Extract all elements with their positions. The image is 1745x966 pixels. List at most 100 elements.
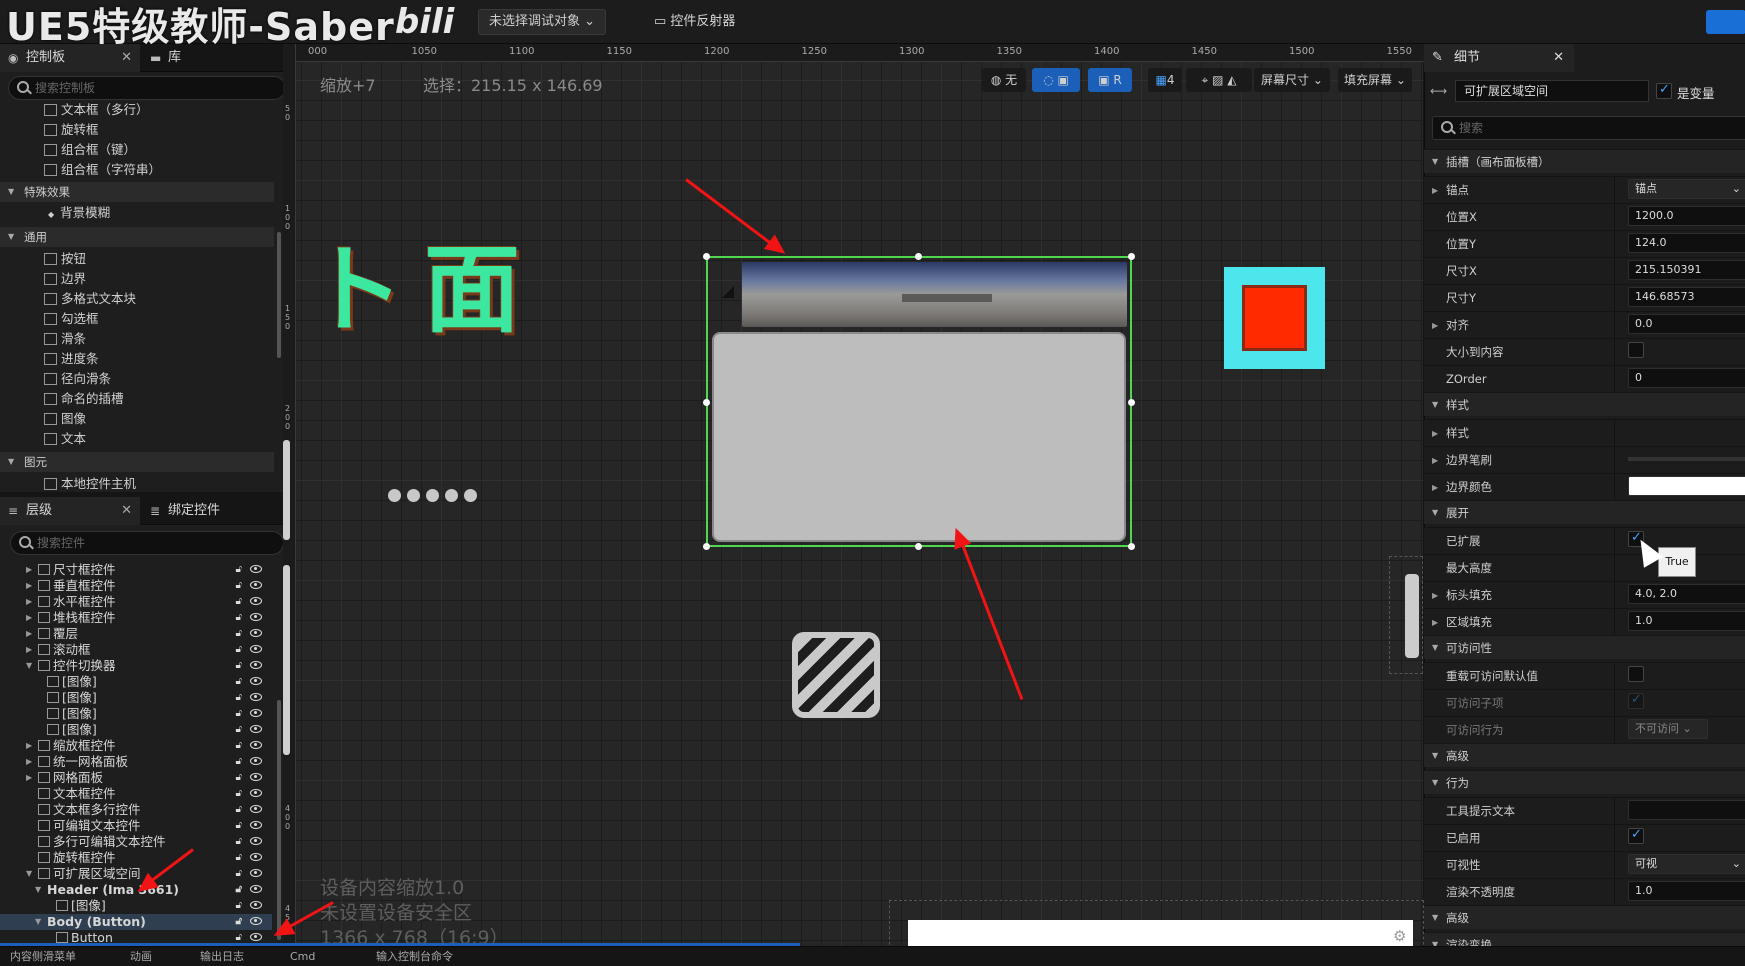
- expand-arrow-icon[interactable]: ▶: [26, 578, 32, 594]
- hierarchy-row[interactable]: [图像] 🔓︎: [0, 674, 272, 690]
- expand-arrow-icon[interactable]: ▶: [26, 754, 32, 770]
- hierarchy-row[interactable]: ▶ 覆层 🔓︎: [0, 626, 272, 642]
- hierarchy-row[interactable]: ▶ 堆栈框控件 🔓︎: [0, 610, 272, 626]
- palette-item[interactable]: ◆ 背景模糊: [48, 204, 110, 222]
- resize-handle[interactable]: [703, 543, 710, 550]
- resize-handle[interactable]: [915, 543, 922, 550]
- expand-arrow-icon[interactable]: ▶: [26, 610, 32, 626]
- resize-handle[interactable]: [1128, 253, 1135, 260]
- lock-icon[interactable]: 🔓︎: [236, 866, 242, 882]
- lock-toggle[interactable]: ◌ ▣: [1032, 68, 1080, 92]
- resize-handle[interactable]: [703, 399, 710, 406]
- property-value-field[interactable]: 0: [1628, 368, 1745, 388]
- eye-icon[interactable]: [250, 821, 262, 829]
- tab-details[interactable]: ✎ 细节 ✕: [1424, 44, 1574, 72]
- expand-arrow-icon[interactable]: [722, 286, 734, 298]
- eye-icon[interactable]: [250, 773, 262, 781]
- palette-item[interactable]: 按钮: [44, 250, 86, 268]
- property-row[interactable]: 重载可访问默认值: [1424, 662, 1745, 689]
- hierarchy-row[interactable]: ▼ Body (Button) 🔓︎: [0, 914, 272, 930]
- canvas-title-text[interactable]: ト面: [308, 212, 540, 351]
- eye-icon[interactable]: [250, 933, 262, 941]
- property-checkbox[interactable]: [1628, 666, 1644, 682]
- palette-item[interactable]: 多格式文本块: [44, 290, 136, 308]
- details-category[interactable]: 行为: [1424, 770, 1745, 795]
- lock-icon[interactable]: 🔓︎: [236, 722, 242, 738]
- expand-arrow-icon[interactable]: ▼: [26, 866, 32, 882]
- palette-item[interactable]: 滑条: [44, 330, 86, 348]
- play-blue-button[interactable]: [1706, 10, 1745, 34]
- palette-item[interactable]: 组合框（字符串）: [44, 161, 161, 179]
- palette-category-special[interactable]: 特殊效果: [0, 182, 274, 202]
- lock-icon[interactable]: 🔓︎: [236, 802, 242, 818]
- palette-scrollbar[interactable]: [277, 232, 281, 358]
- tab-bind-widgets[interactable]: ≣ 绑定控件: [142, 497, 262, 525]
- palette-item[interactable]: 进度条: [44, 350, 99, 368]
- eye-icon[interactable]: [250, 645, 262, 653]
- lock-icon[interactable]: 🔓︎: [236, 578, 242, 594]
- eye-icon[interactable]: [250, 837, 262, 845]
- bottom-bar-item[interactable]: 输出日志: [200, 947, 244, 966]
- color-swatch[interactable]: [1628, 476, 1745, 496]
- property-row[interactable]: 可访问子项: [1424, 689, 1745, 716]
- eye-icon[interactable]: [250, 629, 262, 637]
- lock-icon[interactable]: 🔓︎: [236, 882, 242, 898]
- left-edge-widget[interactable]: [283, 440, 290, 540]
- hierarchy-row[interactable]: ▶ 网格面板 🔓︎: [0, 770, 272, 786]
- tooltip-text-field[interactable]: [1628, 800, 1745, 820]
- tab-palette[interactable]: ◉ 控制板 ✕: [0, 44, 140, 72]
- palette-category-common[interactable]: 通用: [0, 227, 274, 247]
- palette-item[interactable]: 组合框（键）: [44, 141, 136, 159]
- hierarchy-row[interactable]: ▶ 尺寸框控件 🔓︎: [0, 562, 272, 578]
- lock-icon[interactable]: 🔓︎: [236, 626, 242, 642]
- lock-icon[interactable]: 🔓︎: [236, 786, 242, 802]
- hierarchy-search-input[interactable]: 搜索控件: [10, 531, 284, 555]
- palette-item[interactable]: 本地控件主机: [44, 475, 136, 493]
- gear-icon[interactable]: ⚙: [1393, 927, 1406, 945]
- property-value-field[interactable]: 146.68573: [1628, 287, 1745, 307]
- grid-snap-toggle[interactable]: ▦4: [1148, 68, 1182, 92]
- fill-screen-dropdown[interactable]: 填充屏幕 ⌄: [1338, 68, 1412, 92]
- tab-hierarchy[interactable]: ≡ 层级 ✕: [0, 497, 140, 525]
- hierarchy-row[interactable]: ▼ 控件切换器 🔓︎: [0, 658, 272, 674]
- bottom-white-widget[interactable]: [908, 920, 1413, 948]
- details-category[interactable]: 高级: [1424, 743, 1745, 768]
- resize-handle[interactable]: [1128, 543, 1135, 550]
- resize-handle[interactable]: [703, 253, 710, 260]
- expand-arrow-icon[interactable]: ▼: [26, 658, 32, 674]
- eye-icon[interactable]: [250, 805, 262, 813]
- debug-object-dropdown[interactable]: 未选择调试对象 ⌄: [478, 9, 607, 35]
- eye-icon[interactable]: [250, 901, 262, 909]
- lock-icon[interactable]: 🔓︎: [236, 706, 242, 722]
- palette-category-primitive[interactable]: 图元: [0, 452, 274, 472]
- expand-arrow-icon[interactable]: ▶: [26, 738, 32, 754]
- property-value-field[interactable]: 1200.0: [1628, 206, 1745, 226]
- resize-handle[interactable]: [915, 253, 922, 260]
- preview-icons[interactable]: ⌖ ▨ ◭: [1186, 68, 1252, 92]
- hierarchy-row[interactable]: 文本框多行控件 🔓︎: [0, 802, 272, 818]
- brush-preview[interactable]: [1628, 457, 1745, 461]
- eye-icon[interactable]: [250, 693, 262, 701]
- eye-icon[interactable]: [250, 885, 262, 893]
- eye-icon[interactable]: [250, 661, 262, 669]
- eye-icon[interactable]: [250, 581, 262, 589]
- lock-icon[interactable]: 🔓︎: [236, 754, 242, 770]
- eye-icon[interactable]: [250, 853, 262, 861]
- property-row[interactable]: 已启用: [1424, 824, 1745, 851]
- hierarchy-row[interactable]: ▶ 缩放框控件 🔓︎: [0, 738, 272, 754]
- property-dropdown[interactable]: 可视 ⌄: [1628, 854, 1745, 874]
- striped-image-widget[interactable]: [792, 632, 880, 718]
- hierarchy-row[interactable]: ▼ 可扩展区域空间 🔓︎: [0, 866, 272, 882]
- property-checkbox[interactable]: [1628, 342, 1644, 358]
- palette-item[interactable]: 文本框（多行）: [44, 101, 149, 119]
- palette-item[interactable]: 文本: [44, 430, 86, 448]
- eye-icon[interactable]: [250, 565, 262, 573]
- respect-locks-toggle[interactable]: ▣ R: [1088, 68, 1132, 92]
- lock-icon[interactable]: 🔓︎: [236, 658, 242, 674]
- palette-item[interactable]: 命名的插槽: [44, 390, 124, 408]
- eye-icon[interactable]: [250, 869, 262, 877]
- header-image[interactable]: [742, 262, 1127, 327]
- palette-search-input[interactable]: 搜索控制板: [8, 76, 286, 100]
- eye-icon[interactable]: [250, 725, 262, 733]
- palette-item[interactable]: 边界: [44, 270, 86, 288]
